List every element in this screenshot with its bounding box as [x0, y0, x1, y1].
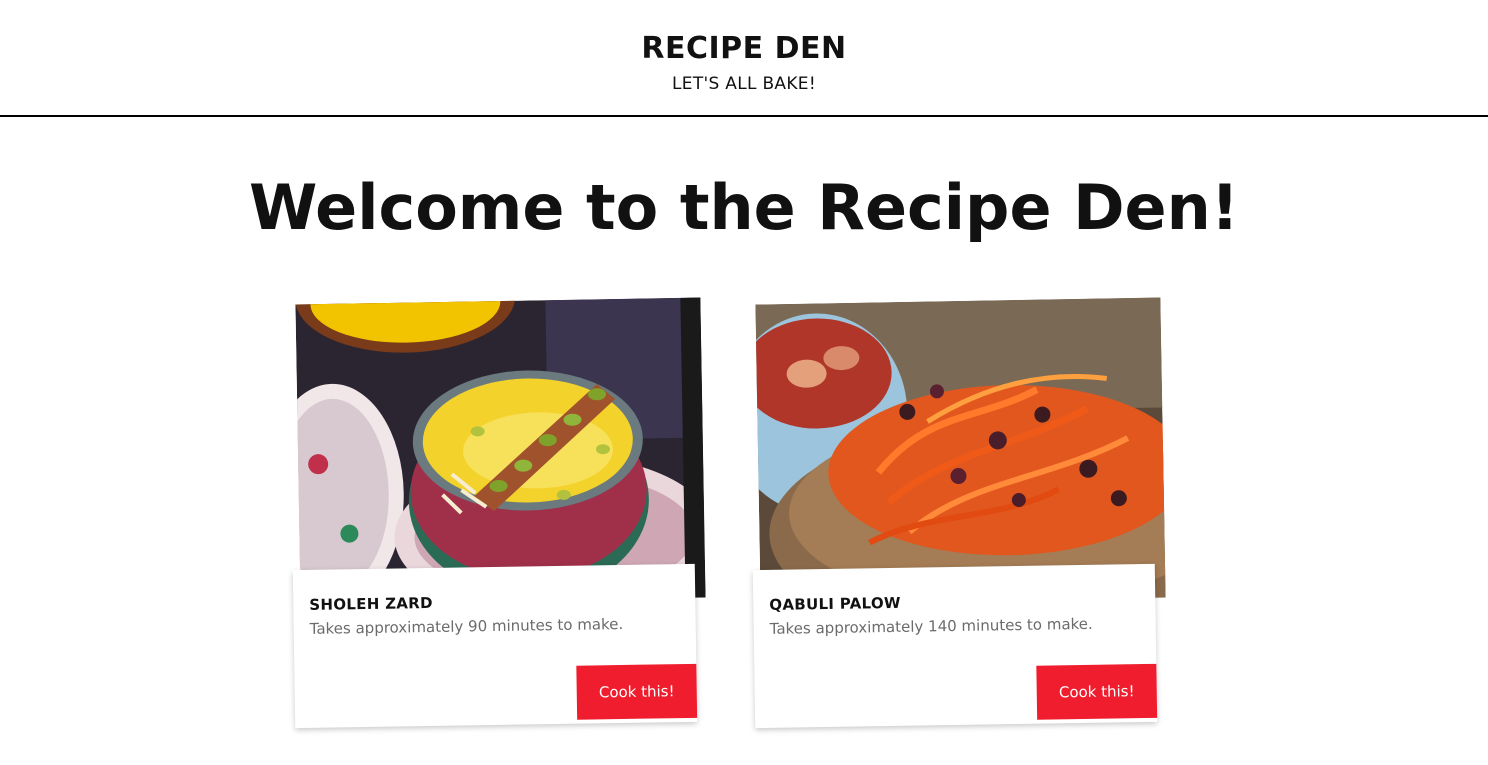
cook-this-button[interactable]: Cook this! — [576, 663, 698, 720]
recipe-title: QABULI PALOW — [769, 593, 901, 614]
site-title: RECIPE DEN — [641, 31, 847, 66]
site-header: RECIPE DEN LET'S ALL BAKE! — [0, 0, 1488, 117]
recipe-card: QABULI PALOW Takes approximately 140 min… — [752, 297, 1166, 731]
qabuli-palow-image — [755, 297, 1166, 605]
site-tagline: LET'S ALL BAKE! — [672, 74, 816, 94]
recipe-card-body: QABULI PALOW Takes approximately 140 min… — [752, 563, 1158, 729]
sholeh-zard-image — [295, 297, 706, 605]
recipe-title: SHOLEH ZARD — [309, 593, 433, 614]
recipe-description: Takes approximately 90 minutes to make. — [309, 614, 624, 638]
recipe-description: Takes approximately 140 minutes to make. — [769, 614, 1093, 638]
page-heading: Welcome to the Recipe Den! — [248, 171, 1240, 244]
recipe-card-body: SHOLEH ZARD Takes approximately 90 minut… — [292, 563, 698, 729]
cook-this-button[interactable]: Cook this! — [1036, 663, 1158, 720]
sholeh-zard-photo — [295, 297, 706, 605]
recipe-card: SHOLEH ZARD Takes approximately 90 minut… — [292, 297, 706, 731]
qabuli-palow-photo — [755, 297, 1166, 605]
